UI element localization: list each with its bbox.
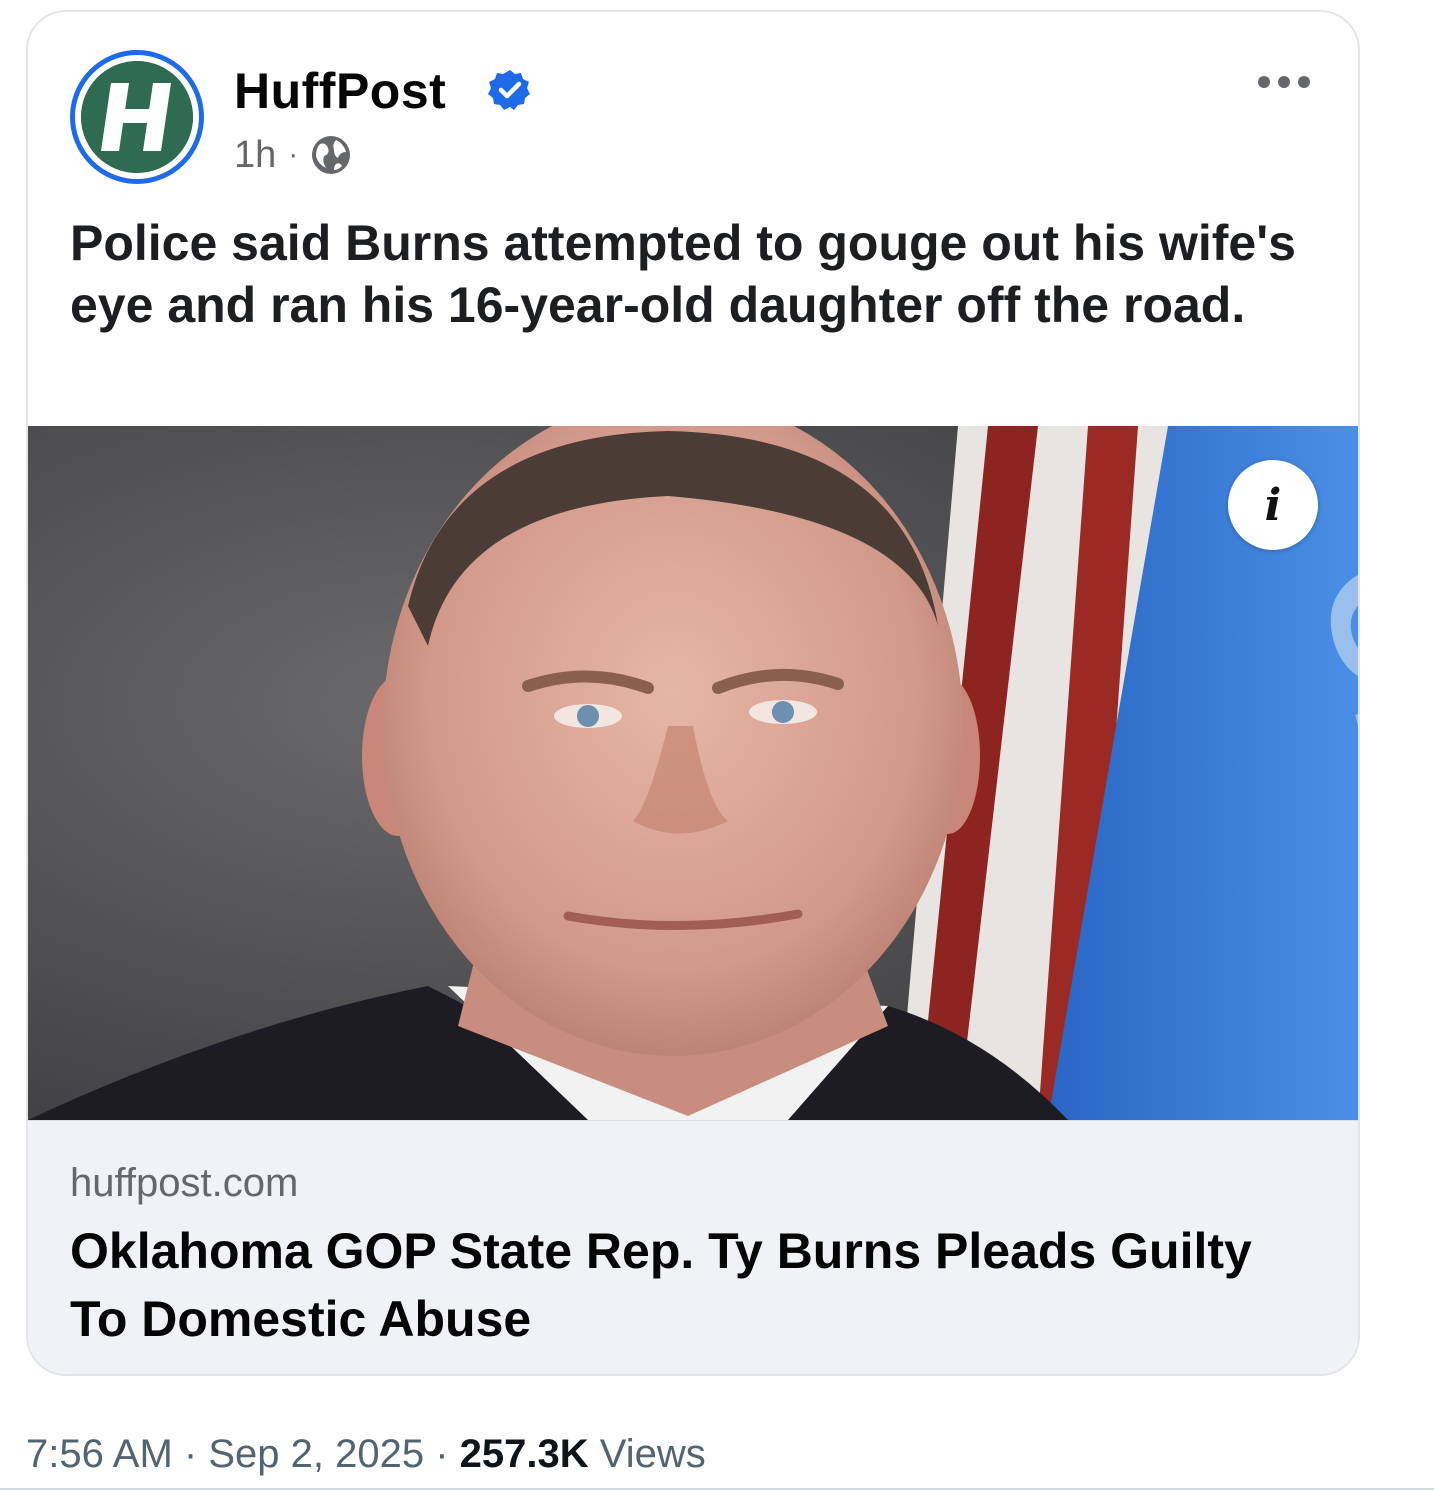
tweet-time[interactable]: 7:56 AM [26, 1432, 173, 1476]
embedded-facebook-post[interactable]: HuffPost 1h · Police said Burns attempte… [26, 10, 1360, 1376]
views-count[interactable]: 257.3K [460, 1432, 589, 1476]
huffpost-logo-icon [81, 61, 193, 173]
more-options-icon[interactable] [1254, 70, 1314, 94]
page-avatar[interactable] [70, 50, 204, 184]
post-caption: Police said Burns attempted to gouge out… [70, 215, 1296, 333]
meta-separator: · [288, 138, 299, 171]
screenshot-page: HuffPost 1h · Police said Burns attempte… [0, 0, 1434, 1492]
footer-separator: · [435, 1432, 449, 1476]
page-name[interactable]: HuffPost [234, 62, 446, 120]
footer-separator: · [183, 1432, 198, 1476]
post-meta: 1h · [234, 130, 352, 180]
post-time[interactable]: 1h [234, 134, 276, 177]
link-domain: huffpost.com [70, 1161, 299, 1205]
views-label: Views [599, 1432, 706, 1476]
divider [0, 1488, 1434, 1490]
link-headline[interactable]: Oklahoma GOP State Rep. Ty Burns Pleads … [70, 1217, 1300, 1353]
globe-icon [312, 136, 351, 174]
info-icon[interactable]: i [1228, 460, 1318, 550]
tweet-footer: 7:56 AM · Sep 2, 2025 · 257.3K Views [26, 1432, 706, 1477]
link-preview[interactable]: huffpost.com Oklahoma GOP State Rep. Ty … [28, 1120, 1358, 1374]
tweet-date[interactable]: Sep 2, 2025 [208, 1432, 424, 1476]
article-photo[interactable]: OK [28, 426, 1358, 1120]
verified-badge-icon [488, 70, 530, 110]
